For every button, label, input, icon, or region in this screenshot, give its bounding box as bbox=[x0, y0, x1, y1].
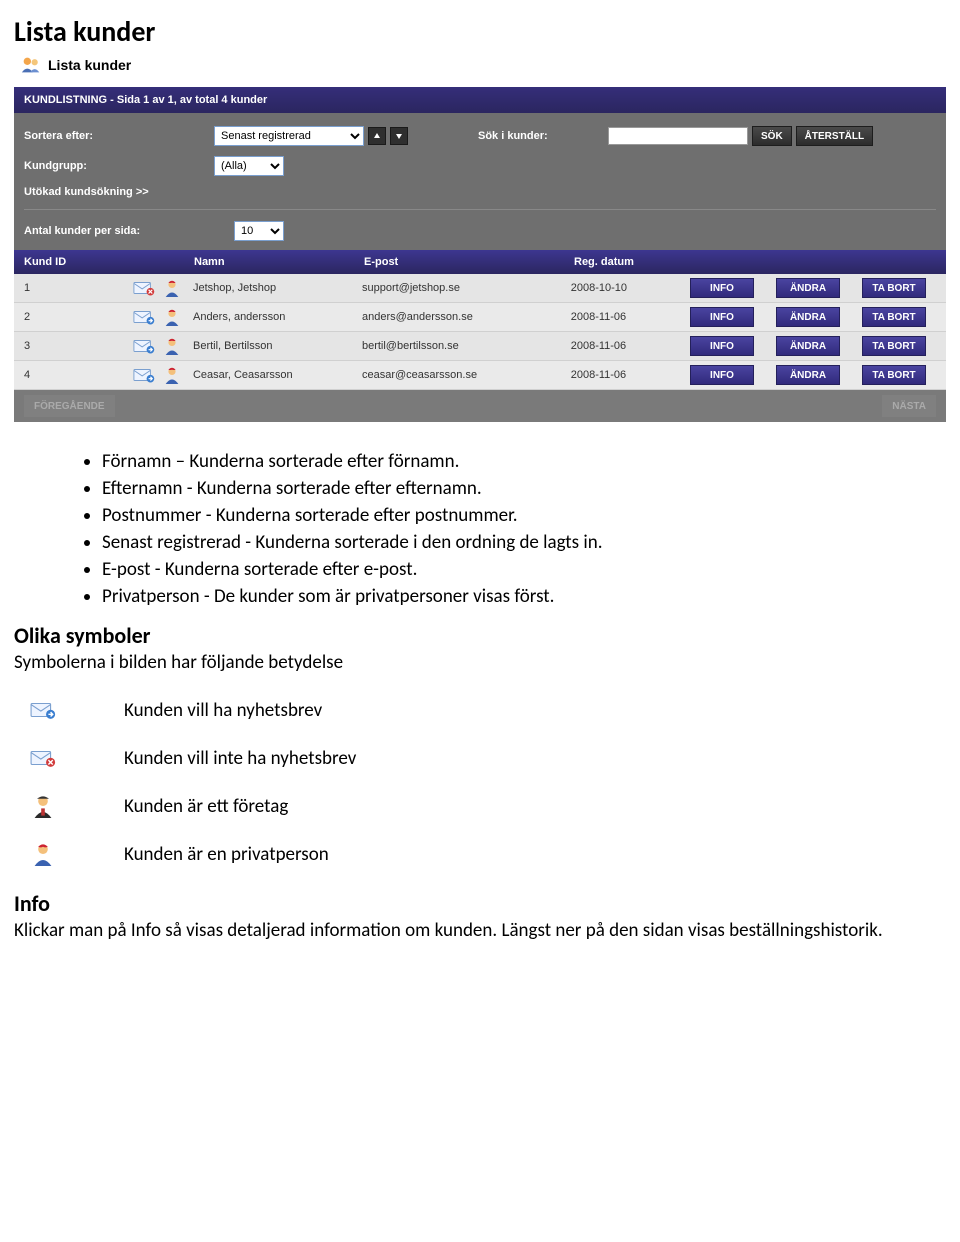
table-row: 1 Jetshop, Jetshopsupport@jetshop.se2008-… bbox=[14, 274, 946, 303]
info-button[interactable]: INFO bbox=[690, 365, 754, 385]
delete-button[interactable]: TA BORT bbox=[862, 307, 926, 327]
cell-email: support@jetshop.se bbox=[362, 282, 571, 294]
mail-no-icon bbox=[30, 746, 56, 770]
legend-text: Kunden är en privatperson bbox=[124, 843, 329, 866]
legend-text: Kunden vill inte ha nyhetsbrev bbox=[124, 747, 356, 770]
cell-date: 2008-11-06 bbox=[571, 369, 690, 381]
people-icon bbox=[20, 55, 42, 75]
list-item: Postnummer - Kunderna sorterade efter po… bbox=[102, 504, 946, 527]
legend-row: Kunden vill ha nyhetsbrev bbox=[14, 698, 946, 722]
legend-row: Kunden vill inte ha nyhetsbrev bbox=[14, 746, 946, 770]
cell-id: 3 bbox=[24, 340, 133, 352]
cell-date: 2008-11-06 bbox=[571, 311, 690, 323]
listing-header: KUNDLISTNING - Sida 1 av 1, av total 4 k… bbox=[14, 87, 946, 113]
mail-ok-icon bbox=[30, 698, 56, 722]
panel-title-text: Lista kunder bbox=[48, 57, 131, 73]
person-private-icon bbox=[161, 279, 183, 297]
info-heading: Info bbox=[14, 890, 946, 917]
table-row: 3 Bertil, Bertilssonbertil@bertilsson.se2… bbox=[14, 332, 946, 361]
mail-no-icon bbox=[133, 279, 155, 297]
cell-date: 2008-10-10 bbox=[571, 282, 690, 294]
panel-title: Lista kunder bbox=[20, 55, 946, 75]
delete-button[interactable]: TA BORT bbox=[862, 365, 926, 385]
legend-text: Kunden vill ha nyhetsbrev bbox=[124, 699, 322, 722]
info-button[interactable]: INFO bbox=[690, 336, 754, 356]
person-private-icon bbox=[161, 308, 183, 326]
person-company-icon bbox=[30, 794, 56, 818]
cell-email: bertil@bertilsson.se bbox=[362, 340, 571, 352]
edit-button[interactable]: ÄNDRA bbox=[776, 336, 840, 356]
search-button[interactable]: SÖK bbox=[752, 126, 792, 146]
edit-button[interactable]: ÄNDRA bbox=[776, 365, 840, 385]
cell-name: Anders, andersson bbox=[193, 311, 362, 323]
legend-row: Kunden är en privatperson bbox=[14, 842, 946, 866]
symbols-intro: Symbolerna i bilden har följande betydel… bbox=[14, 651, 946, 674]
info-text: Klickar man på Info så visas detaljerad … bbox=[14, 919, 946, 942]
mail-ok-icon bbox=[133, 366, 155, 384]
pager: FÖREGÅENDE NÄSTA bbox=[14, 390, 946, 422]
cell-date: 2008-11-06 bbox=[571, 340, 690, 352]
list-item: Förnamn – Kunderna sorterade efter förna… bbox=[102, 450, 946, 473]
sort-select[interactable]: Senast registrerad bbox=[214, 126, 364, 146]
sort-options-list: Förnamn – Kunderna sorterade efter förna… bbox=[14, 450, 946, 608]
next-button: NÄSTA bbox=[882, 395, 936, 417]
per-page-label: Antal kunder per sida: bbox=[24, 225, 234, 237]
col-email: E-post bbox=[364, 256, 574, 268]
divider bbox=[24, 209, 936, 210]
list-item: Privatperson - De kunder som är privatpe… bbox=[102, 585, 946, 608]
page-heading: Lista kunder bbox=[14, 14, 946, 49]
col-id: Kund ID bbox=[24, 256, 134, 268]
cell-email: ceasar@ceasarsson.se bbox=[362, 369, 571, 381]
mail-ok-icon bbox=[133, 337, 155, 355]
cell-email: anders@andersson.se bbox=[362, 311, 571, 323]
edit-button[interactable]: ÄNDRA bbox=[776, 307, 840, 327]
table-header: Kund ID Namn E-post Reg. datum bbox=[14, 250, 946, 274]
symbols-heading: Olika symboler bbox=[14, 622, 946, 649]
sort-desc-button[interactable] bbox=[390, 127, 408, 145]
arrow-down-icon bbox=[395, 132, 403, 140]
list-item: Senast registrerad - Kunderna sorterade … bbox=[102, 531, 946, 554]
person-private-icon bbox=[161, 337, 183, 355]
delete-button[interactable]: TA BORT bbox=[862, 336, 926, 356]
list-item: E-post - Kunderna sorterade efter e-post… bbox=[102, 558, 946, 581]
col-date: Reg. datum bbox=[574, 256, 694, 268]
admin-panel: KUNDLISTNING - Sida 1 av 1, av total 4 k… bbox=[14, 87, 946, 422]
cell-name: Ceasar, Ceasarsson bbox=[193, 369, 362, 381]
person-private-icon bbox=[30, 842, 56, 866]
edit-button[interactable]: ÄNDRA bbox=[776, 278, 840, 298]
reset-button[interactable]: ÅTERSTÄLL bbox=[796, 126, 873, 146]
legend-table: Kunden vill ha nyhetsbrev Kunden vill in… bbox=[14, 698, 946, 866]
sort-asc-button[interactable] bbox=[368, 127, 386, 145]
search-input[interactable] bbox=[608, 127, 748, 145]
arrow-up-icon bbox=[373, 132, 381, 140]
group-label: Kundgrupp: bbox=[24, 160, 214, 172]
group-select[interactable]: (Alla) bbox=[214, 156, 284, 176]
legend-row: Kunden är ett företag bbox=[14, 794, 946, 818]
cell-id: 1 bbox=[24, 282, 133, 294]
person-private-icon bbox=[161, 366, 183, 384]
table-row: 2 Anders, anderssonanders@andersson.se200… bbox=[14, 303, 946, 332]
mail-ok-icon bbox=[133, 308, 155, 326]
cell-id: 4 bbox=[24, 369, 133, 381]
info-button[interactable]: INFO bbox=[690, 307, 754, 327]
cell-id: 2 bbox=[24, 311, 133, 323]
info-button[interactable]: INFO bbox=[690, 278, 754, 298]
search-label: Sök i kunder: bbox=[478, 130, 608, 142]
cell-name: Jetshop, Jetshop bbox=[193, 282, 362, 294]
col-name: Namn bbox=[194, 256, 364, 268]
table-row: 4 Ceasar, Ceasarssonceasar@ceasarsson.se2… bbox=[14, 361, 946, 390]
per-page-select[interactable]: 10 bbox=[234, 221, 284, 241]
filter-area: Sortera efter: Senast registrerad Sök i … bbox=[14, 113, 946, 250]
sort-label: Sortera efter: bbox=[24, 130, 214, 142]
extended-search-link[interactable]: Utökad kundsökning >> bbox=[24, 186, 149, 198]
prev-button: FÖREGÅENDE bbox=[24, 395, 115, 417]
list-item: Efternamn - Kunderna sorterade efter eft… bbox=[102, 477, 946, 500]
cell-name: Bertil, Bertilsson bbox=[193, 340, 362, 352]
delete-button[interactable]: TA BORT bbox=[862, 278, 926, 298]
legend-text: Kunden är ett företag bbox=[124, 795, 288, 818]
